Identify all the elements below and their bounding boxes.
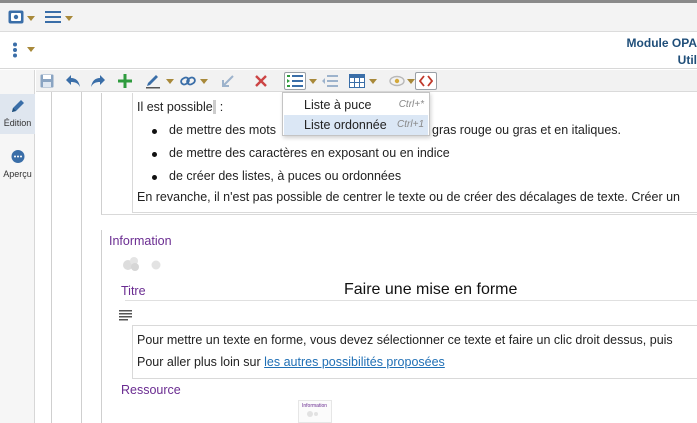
- view-mode-caret-icon[interactable]: [27, 16, 35, 21]
- chat-bubble-icon: [10, 149, 26, 168]
- link-icon[interactable]: [179, 72, 197, 90]
- menu-lines-icon[interactable]: [45, 11, 61, 23]
- arrow-icon[interactable]: [219, 72, 237, 90]
- body-link[interactable]: les autres possibilités proposées: [264, 355, 445, 369]
- add-icon[interactable]: [116, 72, 134, 90]
- bullet-dot: [152, 152, 157, 157]
- menu-caret-icon[interactable]: [65, 16, 73, 21]
- code-icon[interactable]: [415, 72, 437, 90]
- bullet-text-1a: de mettre des mots: [169, 123, 276, 137]
- outdent-icon[interactable]: [321, 72, 339, 90]
- bullet-text-2: de mettre des caractères en exposant ou …: [169, 146, 450, 160]
- nav-item-edition[interactable]: Édition: [0, 94, 35, 134]
- unlink-icon[interactable]: [252, 72, 270, 90]
- gutter-line: [51, 70, 52, 423]
- list-caret-icon[interactable]: [309, 79, 317, 84]
- editor-toolbar: [36, 70, 697, 92]
- bullet-text-1b: gras rouge ou gras et en italiques.: [432, 123, 622, 137]
- nav-label-edition: Édition: [3, 118, 32, 128]
- left-navigation: Édition Aperçu: [0, 70, 35, 423]
- view-mode-icon[interactable]: [8, 10, 24, 24]
- table-caret-icon[interactable]: [369, 79, 377, 84]
- menu-item-shortcut: Ctrl+*: [398, 99, 424, 110]
- menu-item-shortcut: Ctrl+1: [397, 119, 424, 130]
- title-underline: [125, 300, 697, 301]
- list-icon[interactable]: [284, 72, 306, 90]
- top-menubar: [0, 3, 697, 32]
- text-line-possible: Il est possible :: [137, 100, 223, 114]
- kebab-menu-icon[interactable]: [12, 42, 18, 58]
- title-label: Titre: [121, 284, 146, 298]
- gutter-line: [81, 70, 82, 423]
- nav-item-apercu[interactable]: Aperçu: [0, 146, 35, 186]
- menu-item-label: Liste ordonnée: [304, 118, 387, 132]
- circle-option-icon[interactable]: [151, 260, 161, 270]
- pen-icon: [10, 98, 26, 117]
- eye-caret-icon[interactable]: [407, 79, 415, 84]
- body-line-1: Pour mettre un texte en forme, vous deve…: [137, 333, 673, 347]
- paragraph-icon[interactable]: [119, 310, 132, 321]
- possible-prefix: Il est possible: [137, 100, 213, 114]
- save-icon[interactable]: [38, 72, 56, 90]
- menu-item-bullet-list[interactable]: Liste à puce Ctrl+*: [284, 95, 428, 115]
- menu-item-ordered-list[interactable]: Liste ordonnée Ctrl+1: [284, 115, 428, 135]
- redo-icon[interactable]: [89, 72, 107, 90]
- kebab-caret-icon[interactable]: [27, 47, 35, 52]
- bullet-dot: [152, 175, 157, 180]
- module-title: Module OPA: [626, 36, 697, 50]
- body-line-2-prefix: Pour aller plus loin sur: [137, 355, 265, 369]
- module-header-bar: [0, 32, 697, 69]
- module-subtitle: Util: [677, 53, 697, 67]
- undo-icon[interactable]: [64, 72, 82, 90]
- possible-suffix: :: [216, 100, 224, 114]
- text-line-however: En revanche, il n'est pas possible de ce…: [137, 190, 680, 204]
- table-icon[interactable]: [348, 72, 366, 90]
- title-value[interactable]: Faire une mise en forme: [344, 281, 517, 299]
- bullet-text-3: de créer des listes, à puces ou ordonnée…: [169, 169, 402, 183]
- nav-label-apercu: Aperçu: [3, 169, 32, 179]
- eye-icon[interactable]: [388, 72, 406, 90]
- information-label: Information: [109, 234, 172, 248]
- bubbles-icon[interactable]: [122, 256, 142, 272]
- pen-style-icon[interactable]: [144, 72, 162, 90]
- resource-label: Ressource: [121, 383, 181, 397]
- link-caret-icon[interactable]: [200, 79, 208, 84]
- list-type-menu: Liste à puce Ctrl+* Liste ordonnée Ctrl+…: [282, 92, 430, 136]
- pen-style-caret-icon[interactable]: [166, 79, 174, 84]
- body-line-2: Pour aller plus loin sur les autres poss…: [137, 355, 445, 369]
- thumb-label: Information: [302, 403, 328, 409]
- menu-item-label: Liste à puce: [304, 98, 372, 112]
- bullet-dot: [152, 129, 157, 134]
- resource-thumbnail[interactable]: Information: [298, 400, 332, 423]
